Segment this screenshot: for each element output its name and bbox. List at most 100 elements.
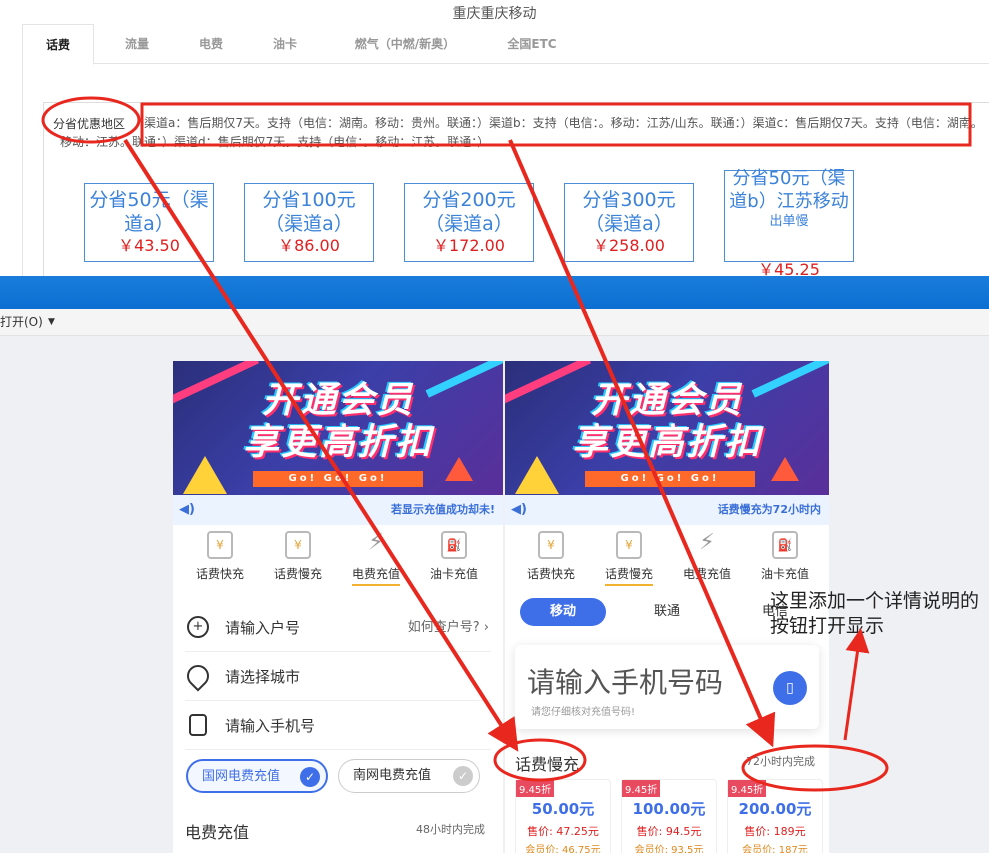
product-name: 分省300元（渠道a） — [582, 189, 676, 235]
check-icon: ✓ — [453, 766, 473, 786]
category-label: 话费慢充 — [604, 565, 653, 586]
admin-panel: 重庆重庆移动 话费 流量 电费 油卡 燃气（中燃/新奥） 全国ETC 渠道a：售… — [0, 0, 989, 278]
recharge-card[interactable]: 9.45折 50.00元 售价: 47.25元 会员价: 46.75元 — [515, 779, 611, 853]
product-card[interactable]: 分省50元（渠道a） ￥43.50 — [84, 183, 214, 262]
product-card[interactable]: 分省200元（渠道a） ￥172.00 — [404, 183, 534, 262]
category-row: ¥ 话费快充 ¥ 话费慢充 ⚡ 电费充值 ⛽ 油卡充值 — [173, 525, 503, 587]
recharge-card[interactable]: 9.45折 100.00元 售价: 94.5元 会员价: 93.5元 — [621, 779, 717, 853]
product-card[interactable]: 分省50元（渠道b）江苏移动 出单慢 — [724, 168, 854, 262]
section-header: 话费慢充 72小时内完成 — [515, 751, 819, 775]
marquee-text: 话费慢充为72小时内 — [717, 503, 821, 516]
category-fast-recharge[interactable]: ¥ 话费快充 — [184, 525, 256, 587]
account-number-placeholder: 请输入户号 — [225, 619, 301, 637]
phone-screen-electricity: 开通会员 享更高折扣 Go! Go! Go! ◀) 若显示充值成功却未! ¥ 话… — [173, 361, 503, 853]
menu-bar: 打开(O) ▼ — [0, 309, 989, 336]
speaker-icon: ◀) — [511, 502, 527, 517]
category-fuel[interactable]: ⛽ 油卡充值 — [418, 525, 490, 587]
operator-mobile[interactable]: 移动 — [520, 598, 606, 626]
category-slow-recharge[interactable]: ¥ 话费慢充 — [593, 525, 665, 587]
product-card[interactable]: 分省100元（渠道a） ￥86.00 — [244, 183, 374, 262]
option-label: 南网电费充值 — [353, 768, 432, 783]
category-fast-recharge[interactable]: ¥ 话费快充 — [515, 525, 587, 587]
section-title: 话费慢充 — [515, 755, 580, 774]
discount-badge: 9.45折 — [728, 780, 767, 797]
tab-data[interactable]: 流量 — [104, 24, 170, 64]
mobile-icon — [189, 714, 207, 736]
city-placeholder: 请选择城市 — [225, 668, 301, 686]
state-grid-option[interactable]: 国网电费充值 ✓ — [186, 759, 328, 793]
product-name: 分省50元（渠道b）江苏移动 — [729, 168, 849, 212]
face-value: 50.00元 — [531, 800, 595, 818]
face-value: 100.00元 — [632, 800, 706, 818]
member-price: 会员价: 187元 — [742, 845, 808, 853]
tab-gas[interactable]: 燃气（中燃/新奥） — [340, 24, 470, 64]
category-label: 话费快充 — [195, 567, 244, 581]
how-to-find-link[interactable]: 如何查户号? › — [408, 604, 489, 652]
category-label: 电费充值 — [351, 565, 400, 586]
section-duration: 48小时内完成 — [416, 823, 485, 836]
category-electricity[interactable]: ⚡ 电费充值 — [671, 525, 743, 587]
product-name: 分省200元（渠道a） — [422, 189, 516, 235]
lightning-icon: ⚡ — [699, 530, 715, 555]
phone-bill-icon: ¥ — [538, 531, 564, 559]
how-to-find-text: 如何查户号? — [407, 620, 480, 635]
phone-input[interactable]: 请输入手机号码 — [527, 661, 723, 701]
member-banner[interactable]: 开通会员 享更高折扣 Go! Go! Go! — [505, 361, 829, 495]
open-menu[interactable]: 打开(O) — [0, 309, 43, 336]
annotation-note: 这里添加一个详情说明的按钮打开显示 — [770, 590, 980, 637]
south-grid-option[interactable]: 南网电费充值 ✓ — [338, 759, 480, 793]
account-number-field[interactable]: + 请输入户号 如何查户号? › — [185, 604, 491, 652]
chevron-down-icon[interactable]: ▼ — [48, 309, 55, 336]
phone-bill-icon: ¥ — [616, 531, 642, 559]
category-label: 油卡充值 — [760, 567, 809, 581]
member-price: 会员价: 93.5元 — [634, 845, 704, 853]
plus-circle-icon: + — [187, 616, 209, 638]
member-banner[interactable]: 开通会员 享更高折扣 Go! Go! Go! — [173, 361, 503, 495]
category-electricity[interactable]: ⚡ 电费充值 — [340, 525, 412, 587]
product-price: ￥43.50 — [118, 236, 180, 255]
tab-electricity[interactable]: 电费 — [180, 24, 242, 64]
product-name: 分省100元（渠道a） — [262, 189, 356, 235]
section-title: 电费充值 — [185, 823, 250, 842]
tab-fuel-card[interactable]: 油卡 — [254, 24, 316, 64]
category-row: ¥ 话费快充 ¥ 话费慢充 ⚡ 电费充值 ⛽ 油卡充值 — [505, 525, 829, 587]
banner-subtitle: 享更高折扣 — [571, 422, 762, 463]
location-icon — [182, 660, 214, 692]
category-fuel[interactable]: ⛽ 油卡充值 — [749, 525, 821, 587]
marquee-text: 若显示充值成功却未! — [390, 503, 495, 516]
panel-border — [22, 64, 23, 276]
banner-go: Go! Go! Go! — [253, 471, 423, 487]
sale-price: 售价: 47.25元 — [527, 825, 599, 838]
channel-notice: 渠道a：售后期仅7天。支持（电信：湖南。移动：贵州。联通：）渠道b：支持（电信：… — [60, 116, 983, 149]
window-titlebar — [0, 276, 989, 309]
sale-price: 售价: 94.5元 — [636, 825, 702, 838]
tab-etc[interactable]: 全国ETC — [492, 24, 572, 64]
operator-unicom[interactable]: 联通 — [627, 598, 707, 626]
check-icon: ✓ — [300, 767, 320, 787]
product-price: ￥86.00 — [278, 236, 340, 255]
section-header: 电费充值 48小时内完成 — [185, 819, 491, 843]
product-card[interactable]: 分省300元（渠道a） ￥258.00 — [564, 183, 694, 262]
chevron-right-icon: › — [483, 620, 489, 635]
fuel-icon: ⛽ — [441, 531, 467, 559]
speaker-icon: ◀) — [179, 502, 195, 517]
contacts-button[interactable]: ▯ — [773, 671, 807, 705]
member-price: 会员价: 46.75元 — [525, 845, 601, 853]
page-title: 重庆重庆移动 — [452, 6, 537, 22]
lightning-icon: ⚡ — [368, 530, 384, 555]
region-label: 分省优惠地区 — [53, 117, 126, 131]
phone-number-field[interactable]: 请输入手机号 — [185, 702, 491, 750]
category-label: 话费快充 — [526, 567, 575, 581]
slow-tag: 出单慢 — [769, 214, 809, 229]
recharge-card[interactable]: 9.45折 200.00元 售价: 189元 会员价: 187元 — [727, 779, 823, 853]
phone-input-card[interactable]: 请输入手机号码 请您仔细核对充值号码! ▯ — [515, 645, 819, 729]
tab-bar: 话费 流量 电费 油卡 燃气（中燃/新奥） 全国ETC — [22, 24, 989, 65]
category-label: 电费充值 — [682, 567, 731, 581]
category-slow-recharge[interactable]: ¥ 话费慢充 — [262, 525, 334, 587]
discount-badge: 9.45折 — [516, 780, 555, 797]
tab-phone-bill[interactable]: 话费 — [22, 24, 94, 65]
city-select[interactable]: 请选择城市 — [182, 653, 491, 701]
mobile-icon: ▯ — [786, 680, 794, 696]
phone-bill-icon: ¥ — [285, 531, 311, 559]
notice-marquee: ◀) 若显示充值成功却未! — [173, 495, 503, 525]
